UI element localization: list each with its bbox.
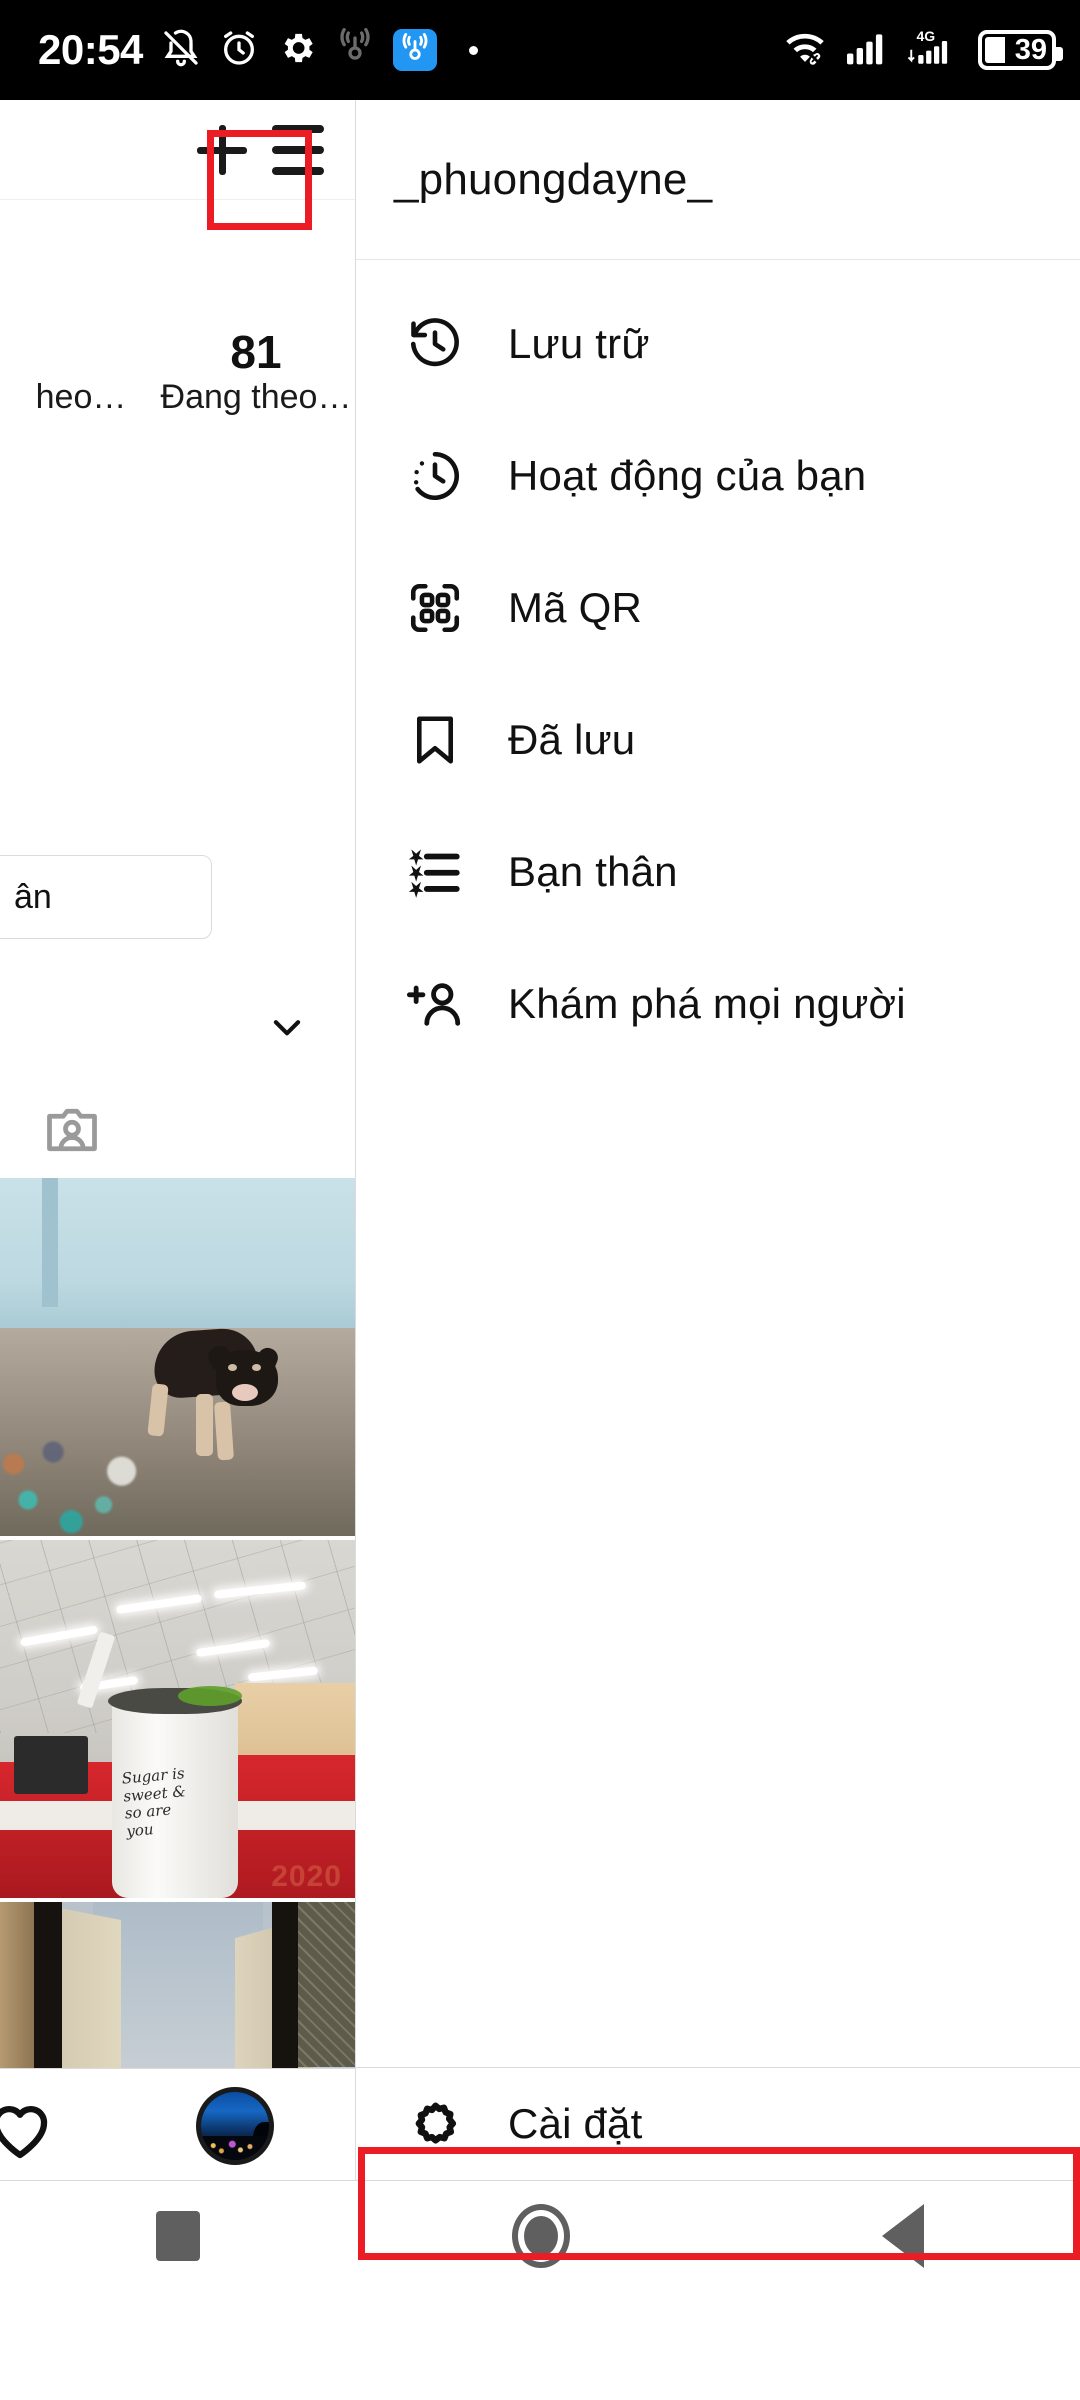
gear-icon — [277, 28, 317, 73]
battery-level: 39 — [1014, 33, 1047, 66]
wifi-icon — [782, 28, 828, 73]
person-add-icon — [404, 973, 466, 1035]
menu-item-saved[interactable]: Đã lưu — [356, 674, 1080, 806]
alarm-icon — [219, 28, 259, 73]
hotspot-icon — [335, 27, 375, 73]
chevron-down-icon[interactable] — [268, 1008, 306, 1046]
qr-code-icon — [404, 577, 466, 639]
menu-item-your-activity[interactable]: Hoạt động của bạn — [356, 410, 1080, 542]
menu-item-settings[interactable]: Cài đặt — [356, 2067, 1080, 2180]
home-circle-icon[interactable] — [512, 2203, 570, 2268]
stat-following-value: 81 — [230, 326, 282, 378]
menu-item-archive-label: Lưu trữ — [508, 320, 650, 367]
hotspot-active-icon — [392, 29, 437, 71]
close-friends-star-list-icon — [404, 841, 466, 903]
plus-icon — [193, 121, 251, 179]
menu-item-qr-code-label: Mã QR — [508, 584, 643, 631]
status-bar-right: 4G 39 — [782, 27, 1063, 74]
profile-top-bar — [0, 100, 355, 200]
photo-dog-by-blue-wall — [0, 1178, 355, 1536]
grid-photo-2[interactable]: Sugar is sweet & so are you 2020 — [0, 1540, 355, 1898]
photo-year-text: 2020 — [271, 1860, 342, 1893]
back-triangle-icon[interactable] — [882, 2203, 924, 2268]
android-nav-bar — [0, 2180, 1080, 2290]
status-bar-clock: 20:54 — [38, 26, 143, 73]
menu-item-discover-people[interactable]: Khám phá mọi người — [356, 938, 1080, 1070]
add-post-button[interactable] — [193, 121, 251, 179]
drawer-menu-list: Lưu trữ Hoạt động của bạn Mã QR Đã lưu B… — [356, 260, 1080, 1070]
menu-item-settings-label: Cài đặt — [508, 2100, 643, 2147]
hamburger-menu-button[interactable] — [269, 121, 327, 179]
cup-text: Sugar is sweet & so are you — [121, 1762, 231, 1842]
drawer-username: _phuongdayne_ — [394, 154, 713, 204]
signal-4g-icon: 4G — [906, 27, 962, 74]
activity-clock-icon — [404, 445, 466, 507]
gear-icon — [404, 2093, 466, 2155]
menu-item-archive[interactable]: Lưu trữ — [356, 278, 1080, 410]
phone-screen: 20:54 4G 39 heo… 81 Đang theo… ân Sugar … — [0, 0, 1080, 2400]
dot-icon — [468, 45, 478, 55]
menu-item-close-friends-label: Bạn thân — [508, 848, 678, 895]
status-bar: 20:54 4G 39 — [0, 0, 1080, 100]
app-body: heo… 81 Đang theo… ân Sugar is sweet & s… — [0, 100, 1080, 2290]
drawer-header: _phuongdayne_ — [356, 100, 1080, 260]
tagged-photos-icon[interactable] — [42, 1100, 102, 1165]
bookmark-icon — [404, 709, 466, 771]
menu-item-discover-people-label: Khám phá mọi người — [508, 980, 906, 1027]
menu-item-qr-code[interactable]: Mã QR — [356, 542, 1080, 674]
profile-bottom-nav — [0, 2068, 355, 2180]
photo-drink-cup-office: Sugar is sweet & so are you 2020 — [0, 1540, 355, 1898]
stat-followers-label: heo… — [35, 378, 127, 417]
side-menu-drawer: _phuongdayne_ Lưu trữ Hoạt động của bạn … — [356, 100, 1080, 2290]
hamburger-icon — [269, 121, 327, 179]
profile-stats: heo… 81 Đang theo… — [0, 326, 355, 419]
edit-profile-button[interactable]: ân — [0, 855, 212, 939]
svg-text:4G: 4G — [917, 28, 936, 44]
signal-icon — [844, 28, 890, 73]
archive-clock-icon — [404, 313, 466, 375]
stat-following-label: Đang theo… — [160, 378, 352, 417]
stat-followers[interactable]: heo… — [6, 376, 156, 419]
recents-square-icon[interactable] — [156, 2210, 200, 2261]
status-bar-left: 20:54 — [38, 26, 478, 74]
stat-following[interactable]: 81 Đang theo… — [156, 326, 355, 419]
battery-icon: 39 — [978, 30, 1063, 70]
profile-panel: heo… 81 Đang theo… ân Sugar is sweet & s… — [0, 100, 356, 2290]
grid-photo-1[interactable] — [0, 1178, 355, 1536]
menu-item-saved-label: Đã lưu — [508, 716, 636, 763]
menu-item-your-activity-label: Hoạt động của bạn — [508, 452, 867, 499]
heart-icon[interactable] — [0, 2095, 56, 2166]
edit-profile-label: ân — [14, 877, 52, 916]
menu-item-close-friends[interactable]: Bạn thân — [356, 806, 1080, 938]
notifications-muted-icon — [161, 28, 201, 73]
profile-avatar[interactable] — [196, 2087, 274, 2165]
